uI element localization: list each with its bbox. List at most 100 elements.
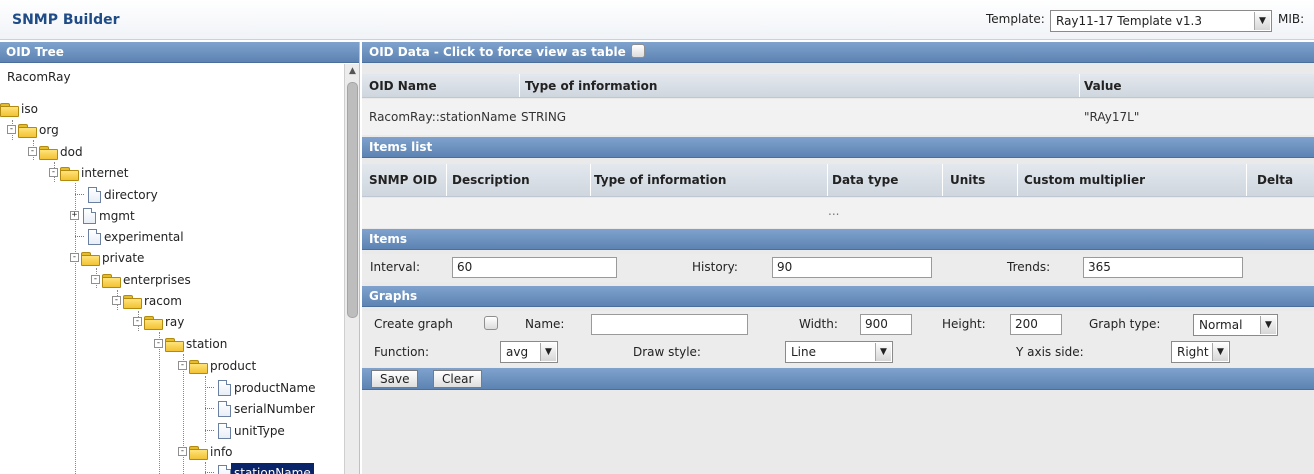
col-units: Units (950, 173, 986, 187)
value-cell: "RAy17L" (1084, 110, 1140, 124)
draw-style-select[interactable]: Line ▼ (785, 341, 893, 363)
collapse-toggle-icon[interactable]: - (91, 275, 100, 284)
scrollbar-thumb[interactable] (347, 82, 358, 318)
oid-data-header[interactable]: OID Data - Click to force view as table (362, 42, 1314, 63)
tree-node-racom[interactable]: - racom (112, 290, 185, 310)
tree-node-enterprises[interactable]: - enterprises (91, 269, 194, 289)
folder-icon (123, 294, 142, 309)
document-icon (218, 422, 231, 439)
clear-button[interactable]: Clear (433, 370, 483, 388)
function-value: avg (506, 345, 529, 359)
collapse-toggle-icon[interactable]: - (112, 296, 121, 305)
mib-label: MIB: (1278, 12, 1305, 26)
tree-node-ray[interactable]: - ray (133, 311, 187, 331)
collapse-toggle-icon[interactable]: - (178, 447, 187, 456)
y-axis-side-select[interactable]: Right ▼ (1171, 341, 1230, 363)
app-title: SNMP Builder (12, 12, 120, 28)
document-icon (88, 228, 101, 245)
tree-node-stationname[interactable]: stationName (205, 462, 314, 474)
tree-node-product[interactable]: - product (178, 355, 259, 375)
tree-node-productname[interactable]: productName (205, 377, 319, 397)
folder-icon (165, 337, 184, 352)
tree-node-iso[interactable]: iso (0, 98, 41, 118)
tree-node-private[interactable]: - private (70, 247, 147, 267)
collapse-toggle-icon[interactable]: - (154, 339, 163, 348)
oid-tree-title: OID Tree (0, 42, 359, 63)
collapse-toggle-icon[interactable]: - (70, 253, 79, 262)
graphs-header: Graphs (362, 286, 1314, 307)
col-description: Description (452, 173, 530, 187)
tree-node-experimental[interactable]: experimental (75, 226, 187, 246)
folder-icon (102, 273, 121, 288)
chevron-down-icon[interactable]: ▼ (1212, 343, 1228, 361)
document-icon (218, 464, 231, 474)
graph-height-input[interactable]: 200 (1010, 314, 1062, 335)
chevron-down-icon[interactable]: ▼ (540, 343, 556, 361)
graph-name-label: Name: (525, 317, 565, 331)
graph-width-label: Width: (799, 317, 838, 331)
tree-node-unittype[interactable]: unitType (205, 420, 288, 440)
oid-tree: RacomRay iso - org - dod - internet directo… (0, 64, 344, 474)
folder-icon (189, 359, 208, 374)
draw-style-value: Line (791, 345, 817, 359)
tree-node-info[interactable]: - info (178, 441, 236, 461)
document-icon (83, 207, 96, 224)
col-type-of-information: Type of information (594, 173, 727, 187)
interval-label: Interval: (370, 260, 420, 274)
collapse-toggle-icon[interactable]: - (49, 168, 58, 177)
folder-icon (18, 123, 37, 138)
col-oid-name: OID Name (369, 79, 437, 93)
tree-node-station[interactable]: - station (154, 333, 230, 353)
collapse-toggle-icon[interactable]: - (133, 317, 142, 326)
template-select[interactable]: Ray11-17 Template v1.3 ▼ (1050, 10, 1272, 32)
function-select[interactable]: avg ▼ (500, 341, 558, 363)
items-list-header-row: SNMP OID Description Type of information… (362, 164, 1314, 197)
graph-type-select[interactable]: Normal ▼ (1193, 314, 1278, 336)
oid-name-cell: RacomRay::stationName (369, 110, 517, 124)
template-select-value: Ray11-17 Template v1.3 (1056, 14, 1202, 28)
document-icon (218, 400, 231, 417)
folder-icon (81, 251, 100, 266)
save-button[interactable]: Save (371, 370, 419, 388)
chevron-down-icon[interactable]: ▼ (1260, 316, 1276, 334)
chevron-down-icon[interactable]: ▼ (1254, 12, 1270, 30)
top-bar: SNMP Builder Template: Ray11-17 Template… (0, 0, 1314, 40)
tree-scrollbar[interactable]: ▲ (344, 64, 359, 474)
graph-name-input[interactable] (591, 314, 748, 335)
trends-input[interactable]: 365 (1083, 257, 1243, 278)
tree-node-dod[interactable]: - dod (28, 141, 86, 161)
create-graph-label: Create graph (374, 317, 453, 331)
collapse-toggle-icon[interactable]: - (28, 147, 37, 156)
tree-node-mgmt[interactable]: + mgmt (70, 205, 138, 225)
tree-node-directory[interactable]: directory (75, 184, 161, 204)
function-label: Function: (374, 345, 430, 359)
history-label: History: (692, 260, 738, 274)
col-data-type: Data type (832, 173, 899, 187)
tree-node-internet[interactable]: - internet (49, 162, 131, 182)
items-list-placeholder: ... (828, 204, 840, 218)
document-icon (218, 379, 231, 396)
template-label: Template: (986, 12, 1045, 26)
tree-node-org[interactable]: - org (7, 119, 62, 139)
col-value: Value (1084, 79, 1122, 93)
folder-icon (0, 102, 19, 117)
collapse-toggle-icon[interactable]: - (178, 361, 187, 370)
graph-type-label: Graph type: (1089, 317, 1161, 331)
col-custom-multiplier: Custom multiplier (1024, 173, 1146, 187)
tree-node-serialnumber[interactable]: serialNumber (205, 398, 318, 418)
collapse-toggle-icon[interactable]: - (7, 125, 16, 134)
details-panel: OID Data - Click to force view as table … (362, 42, 1314, 474)
force-table-view-checkbox[interactable] (630, 44, 645, 58)
folder-icon (39, 145, 58, 160)
expand-toggle-icon[interactable]: + (70, 211, 79, 220)
interval-input[interactable]: 60 (452, 257, 617, 278)
scroll-up-arrow-icon[interactable]: ▲ (345, 64, 359, 78)
items-form-row: Interval: 60 History: 90 Trends: 365 (362, 254, 1314, 282)
graph-width-input[interactable]: 900 (860, 314, 912, 335)
graph-height-label: Height: (942, 317, 986, 331)
chevron-down-icon[interactable]: ▼ (875, 343, 891, 361)
create-graph-checkbox[interactable] (484, 316, 498, 330)
col-delta: Delta (1257, 173, 1294, 187)
y-axis-side-label: Y axis side: (1016, 345, 1084, 359)
history-input[interactable]: 90 (772, 257, 932, 278)
